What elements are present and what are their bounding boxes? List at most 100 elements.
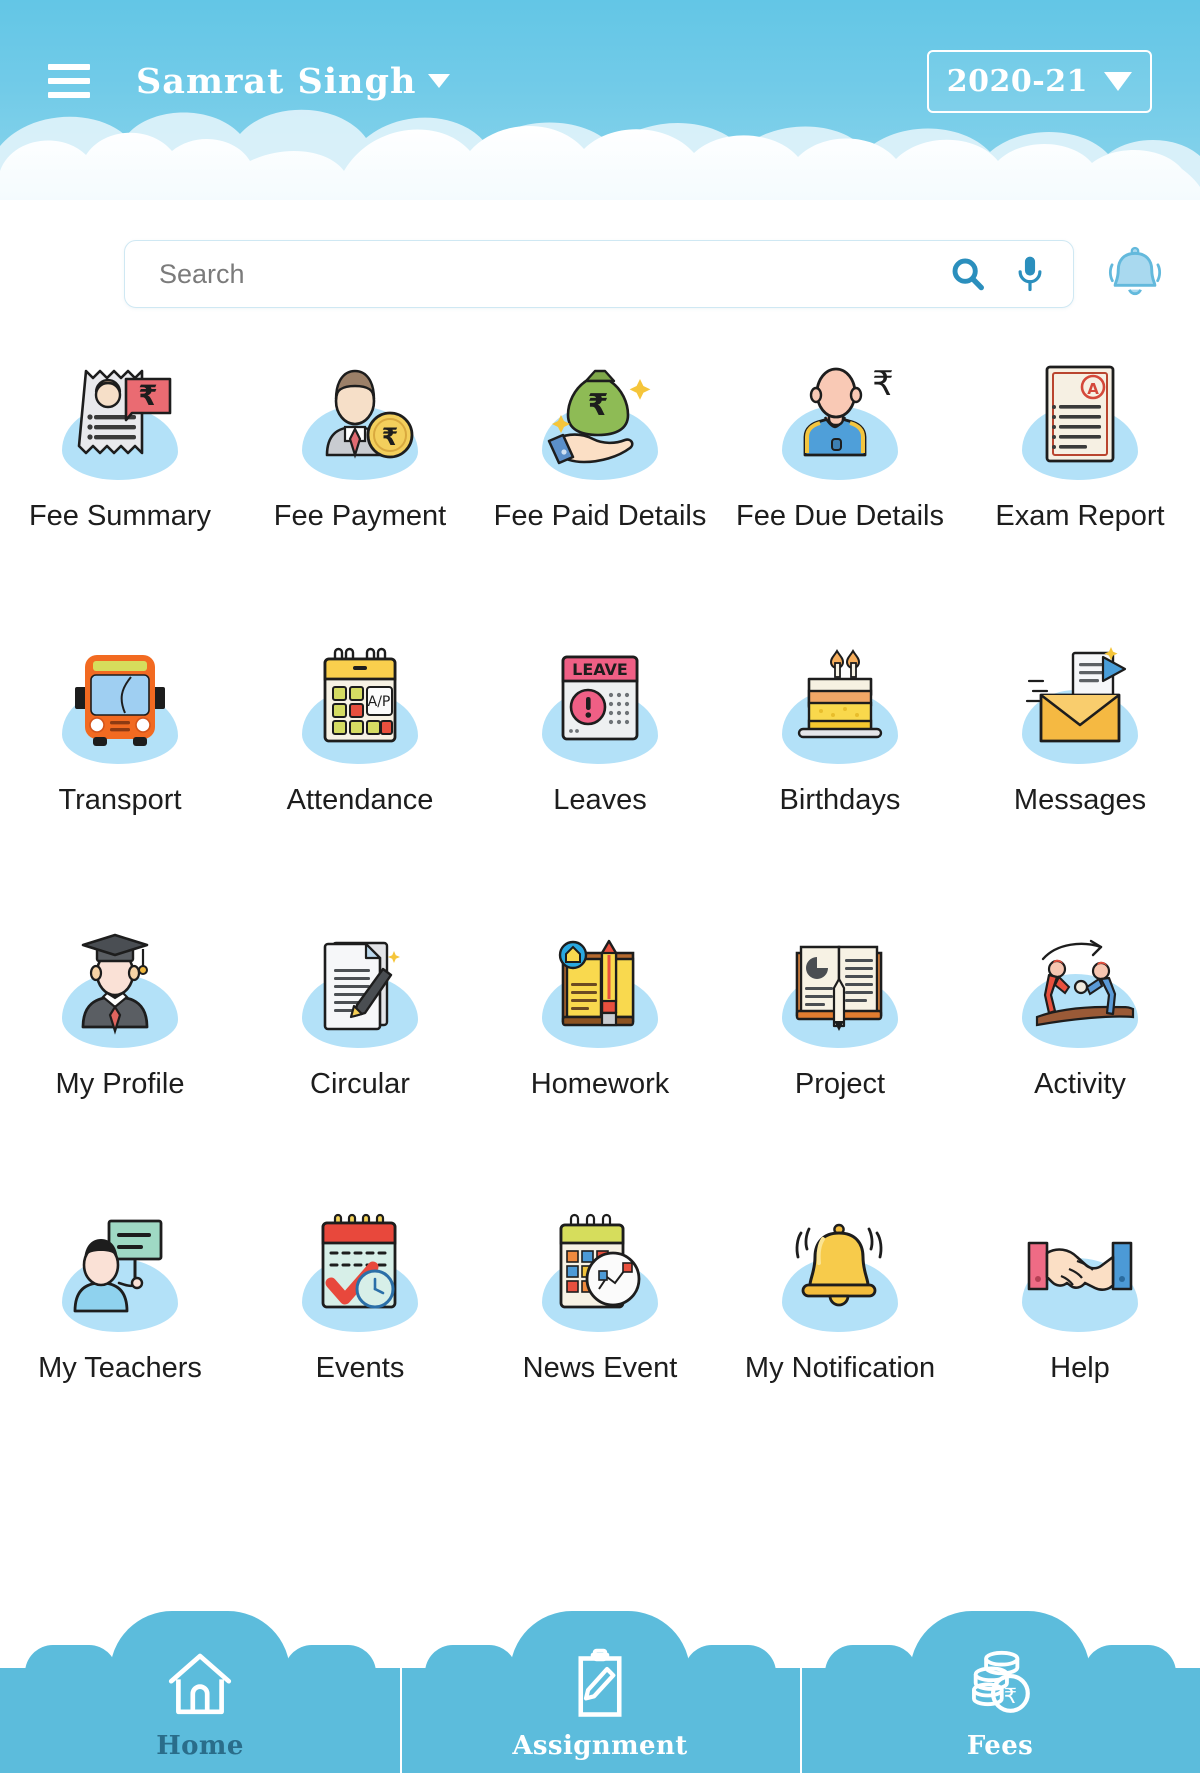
book-pencil-icon <box>520 918 680 1050</box>
grid-item-label: Fee Summary <box>28 500 212 532</box>
search-icon[interactable] <box>949 255 987 293</box>
grid-item-fee-paid-details[interactable]: ₹ Fee Paid Details <box>480 346 720 630</box>
home-icon <box>164 1645 236 1721</box>
calendar-check-clock-icon <box>280 1202 440 1334</box>
svg-text:₹: ₹ <box>1004 1684 1017 1708</box>
nav-item-assignment[interactable]: Assignment <box>400 1611 800 1773</box>
app-header: Samrat Singh 2020-21 <box>0 0 1200 200</box>
grid-item-help[interactable]: Help <box>960 1198 1200 1482</box>
grid-item-exam-report[interactable]: A Exam Report <box>960 346 1200 630</box>
grid-item-leaves[interactable]: LEAVE Leaves <box>480 630 720 914</box>
grid-item-transport[interactable]: Transport <box>0 630 240 914</box>
grid-item-label: Project <box>794 1068 886 1100</box>
grid-item-my-teachers[interactable]: My Teachers <box>0 1198 240 1482</box>
receipt-rupee-icon: ₹ <box>40 350 200 482</box>
header-bar: Samrat Singh 2020-21 <box>0 42 1200 120</box>
handshake-help-icon <box>1000 1202 1160 1334</box>
svg-text:A/P: A/P <box>368 694 391 710</box>
svg-text:₹: ₹ <box>138 379 157 412</box>
grid-item-fee-due-details[interactable]: ₹ Fee Due Details <box>720 346 960 630</box>
teacher-board-icon <box>40 1202 200 1334</box>
graduate-profile-icon <box>40 918 200 1050</box>
nav-label-fees: Fees <box>966 1731 1034 1761</box>
nav-hump-left-decoration <box>825 1645 917 1673</box>
grid-item-label: Attendance <box>286 784 434 816</box>
nav-hump-right-decoration <box>284 1645 376 1673</box>
grid-item-label: My Profile <box>55 1068 185 1100</box>
ringing-bell-icon <box>760 1202 920 1334</box>
grid-item-label: Events <box>315 1352 405 1384</box>
grid-item-fee-payment[interactable]: ₹ Fee Payment <box>240 346 480 630</box>
envelope-message-icon <box>1000 634 1160 766</box>
svg-text:LEAVE: LEAVE <box>572 660 628 679</box>
grid-item-label: News Event <box>522 1352 678 1384</box>
grid-item-label: My Teachers <box>38 1352 202 1384</box>
grid-item-label: Birthdays <box>779 784 901 816</box>
document-pen-icon <box>280 918 440 1050</box>
calendar-news-icon <box>520 1202 680 1334</box>
grid-item-label: Activity <box>1034 1068 1126 1100</box>
calendar-attendance-icon: A/P <box>280 634 440 766</box>
hand-money-bag-icon: ₹ <box>520 350 680 482</box>
search-actions <box>949 254 1047 294</box>
open-book-pencil-icon <box>760 918 920 1050</box>
grid-item-homework[interactable]: Homework <box>480 914 720 1198</box>
grid-item-label: My Notification <box>744 1352 936 1384</box>
academic-year-label: 2020-21 <box>946 63 1088 99</box>
feature-grid: ₹ Fee Summary ₹ Fee Payment ₹ Fee Paid D… <box>0 346 1200 1482</box>
grid-item-label: Exam Report <box>995 500 1165 532</box>
hamburger-menu-icon[interactable] <box>48 64 90 98</box>
search-row <box>0 238 1200 310</box>
microphone-icon[interactable] <box>1013 254 1047 294</box>
grid-item-label: Transport <box>58 784 182 816</box>
nav-hump-right-decoration <box>1084 1645 1176 1673</box>
svg-text:₹: ₹ <box>872 364 894 404</box>
user-name-label: Samrat Singh <box>136 60 417 102</box>
nav-hump-left-decoration <box>25 1645 117 1673</box>
search-input[interactable] <box>159 258 949 290</box>
grid-item-label: Circular <box>310 1068 410 1100</box>
grid-item-circular[interactable]: Circular <box>240 914 480 1198</box>
grid-item-my-profile[interactable]: My Profile <box>0 914 240 1198</box>
bottom-navigation: Home Assignment ₹ Fees <box>0 1611 1200 1773</box>
grid-item-events[interactable]: Events <box>240 1198 480 1482</box>
nav-item-fees[interactable]: ₹ Fees <box>800 1611 1200 1773</box>
leave-calendar-alert-icon: LEAVE <box>520 634 680 766</box>
search-box[interactable] <box>124 240 1074 308</box>
user-name-dropdown[interactable]: Samrat Singh <box>136 60 451 102</box>
notification-bell-icon[interactable] <box>1104 241 1166 308</box>
nav-hump-left-decoration <box>425 1645 517 1673</box>
person-rupee-coin-icon: ₹ <box>280 350 440 482</box>
grid-item-label: Fee Due Details <box>736 500 944 532</box>
grid-item-attendance[interactable]: A/P Attendance <box>240 630 480 914</box>
coins-rupee-icon: ₹ <box>967 1645 1033 1721</box>
bottom-nav-items: Home Assignment ₹ Fees <box>0 1611 1200 1773</box>
grid-item-activity[interactable]: Activity <box>960 914 1200 1198</box>
grid-item-label: Help <box>1050 1352 1110 1384</box>
sports-activity-icon <box>1000 918 1160 1050</box>
grid-item-project[interactable]: Project <box>720 914 960 1198</box>
chevron-down-icon <box>1104 71 1132 91</box>
nav-item-home[interactable]: Home <box>0 1611 400 1773</box>
clipboard-pen-icon <box>570 1645 630 1721</box>
grid-item-my-notification[interactable]: My Notification <box>720 1198 960 1482</box>
grid-item-label: Homework <box>530 1068 670 1100</box>
report-card-grade-a-icon: A <box>1000 350 1160 482</box>
grid-item-label: Leaves <box>553 784 647 816</box>
grid-item-messages[interactable]: Messages <box>960 630 1200 914</box>
grid-item-label: Fee Paid Details <box>493 500 707 532</box>
svg-text:A: A <box>1087 380 1099 398</box>
grid-item-birthdays[interactable]: Birthdays <box>720 630 960 914</box>
grid-item-label: Messages <box>1013 784 1147 816</box>
school-bus-icon <box>40 634 200 766</box>
nav-hump-right-decoration <box>684 1645 776 1673</box>
grid-item-fee-summary[interactable]: ₹ Fee Summary <box>0 346 240 630</box>
birthday-cake-icon <box>760 634 920 766</box>
academic-year-select[interactable]: 2020-21 <box>926 49 1152 113</box>
nav-label-assignment: Assignment <box>512 1731 688 1761</box>
grid-item-news-event[interactable]: News Event <box>480 1198 720 1482</box>
grid-item-label: Fee Payment <box>273 500 447 532</box>
svg-text:₹: ₹ <box>588 388 609 423</box>
caret-down-icon <box>428 74 451 88</box>
svg-text:₹: ₹ <box>382 423 399 451</box>
